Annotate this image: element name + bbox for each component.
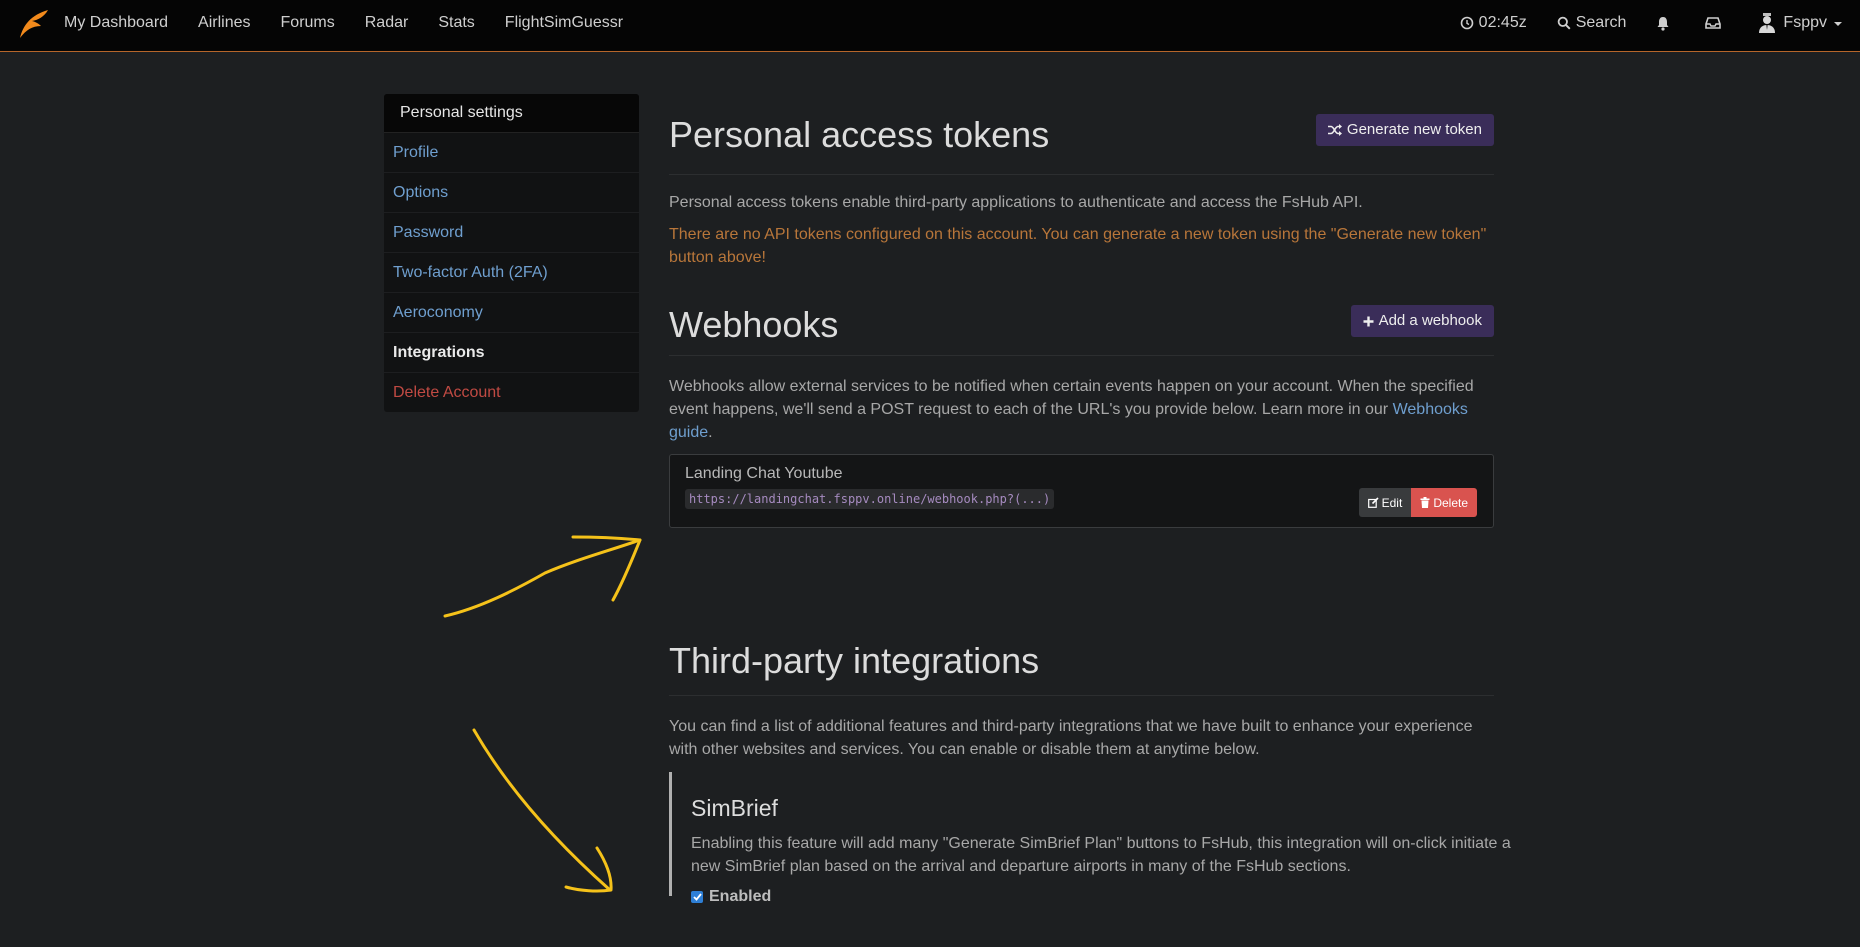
- sidebar-item-options[interactable]: Options: [384, 173, 639, 213]
- inbox-button[interactable]: [1705, 16, 1726, 30]
- arrow-to-simbrief: [472, 728, 613, 893]
- top-navbar: My Dashboard Airlines Forums Radar Stats…: [0, 0, 1860, 52]
- edit-label: Edit: [1381, 495, 1403, 510]
- sidebar-item-delete-account[interactable]: Delete Account: [384, 373, 639, 412]
- clock-display: 02:45z: [1460, 14, 1527, 32]
- nav-airlines[interactable]: Airlines: [198, 14, 250, 32]
- sidebar-item-integrations[interactable]: Integrations: [384, 333, 639, 373]
- integrations-section-header: Third-party integrations: [669, 636, 1494, 696]
- edit-icon: [1367, 497, 1379, 508]
- bell-icon: [1657, 16, 1669, 31]
- arrow-to-webhook: [443, 535, 642, 618]
- sidebar-item-password[interactable]: Password: [384, 213, 639, 253]
- nav-radar[interactable]: Radar: [365, 14, 409, 32]
- tokens-empty-warning: There are no API tokens configured on th…: [669, 226, 1487, 266]
- webhook-name: Landing Chat Youtube: [685, 465, 843, 482]
- webhook-url: https://landingchat.fsppv.online/webhook…: [685, 489, 1055, 509]
- simbrief-title: SimBrief: [691, 795, 778, 821]
- tokens-description: Personal access tokens enable third-part…: [669, 194, 1363, 211]
- integrations-description: You can find a list of additional featur…: [669, 718, 1473, 758]
- integrations-title: Third-party integrations: [669, 640, 1040, 681]
- delete-label: Delete: [1433, 495, 1468, 510]
- sidebar-item-aeroconomy[interactable]: Aeroconomy: [384, 293, 639, 333]
- trash-icon: [1420, 497, 1430, 508]
- webhooks-title: Webhooks: [669, 304, 839, 345]
- add-webhook-button[interactable]: Add a webhook: [1350, 305, 1494, 337]
- sidebar-item-two-factor-auth[interactable]: Two-factor Auth (2FA): [384, 253, 639, 293]
- settings-sidebar: Personal settings Profile Options Passwo…: [384, 94, 639, 412]
- user-avatar-icon: [1759, 13, 1776, 33]
- nav-flightsimguessr[interactable]: FlightSimGuessr: [505, 14, 623, 32]
- plus-icon: [1363, 316, 1374, 326]
- add-webhook-label: Add a webhook: [1378, 312, 1482, 329]
- clock-icon: [1460, 16, 1473, 30]
- simbrief-enabled-checkbox[interactable]: [691, 891, 703, 903]
- webhook-actions: Edit Delete: [1358, 488, 1477, 517]
- user-name: Fsppv: [1783, 14, 1827, 31]
- primary-nav: My Dashboard Airlines Forums Radar Stats…: [64, 0, 653, 46]
- search-button[interactable]: Search: [1557, 14, 1627, 32]
- generate-token-button[interactable]: Generate new token: [1315, 114, 1494, 146]
- webhooks-section-header: Webhooks Add a webhook: [669, 292, 1494, 356]
- inbox-icon: [1705, 17, 1722, 29]
- nav-stats[interactable]: Stats: [438, 14, 474, 32]
- simbrief-enabled-label: Enabled: [709, 888, 772, 905]
- tokens-title: Personal access tokens: [669, 114, 1050, 155]
- simbrief-enabled-toggle[interactable]: Enabled: [691, 888, 1514, 906]
- sidebar-item-profile[interactable]: Profile: [384, 133, 639, 173]
- secondary-nav: 02:45z Search Fsppv: [1430, 0, 1842, 46]
- main-content: Personal access tokens Generate new toke…: [669, 100, 1511, 905]
- webhooks-description-end: .: [708, 424, 713, 441]
- shuffle-icon: [1327, 124, 1342, 136]
- notifications-button[interactable]: [1656, 16, 1675, 31]
- nav-forums[interactable]: Forums: [281, 14, 335, 32]
- checkmark-icon: [692, 893, 702, 901]
- tokens-section-header: Personal access tokens Generate new toke…: [669, 100, 1494, 175]
- nav-my-dashboard[interactable]: My Dashboard: [64, 14, 168, 32]
- delete-webhook-button[interactable]: Delete: [1411, 488, 1477, 517]
- edit-webhook-button[interactable]: Edit: [1358, 488, 1412, 517]
- sidebar-header: Personal settings: [384, 94, 639, 133]
- utc-time: 02:45z: [1478, 14, 1527, 31]
- generate-token-label: Generate new token: [1346, 121, 1482, 138]
- webhooks-description-text: Webhooks allow external services to be n…: [669, 378, 1474, 418]
- caret-down-icon: [1834, 22, 1842, 26]
- search-icon: [1557, 16, 1571, 30]
- webhooks-description: Webhooks allow external services to be n…: [669, 375, 1494, 444]
- simbrief-integration: SimBrief Enabling this feature will add …: [669, 772, 1514, 905]
- webhook-item: Landing Chat Youtube https://landingchat…: [669, 454, 1494, 528]
- logo-icon[interactable]: [17, 7, 51, 41]
- search-label: Search: [1575, 14, 1627, 31]
- user-menu[interactable]: Fsppv: [1756, 12, 1842, 34]
- simbrief-description: Enabling this feature will add many "Gen…: [691, 835, 1511, 875]
